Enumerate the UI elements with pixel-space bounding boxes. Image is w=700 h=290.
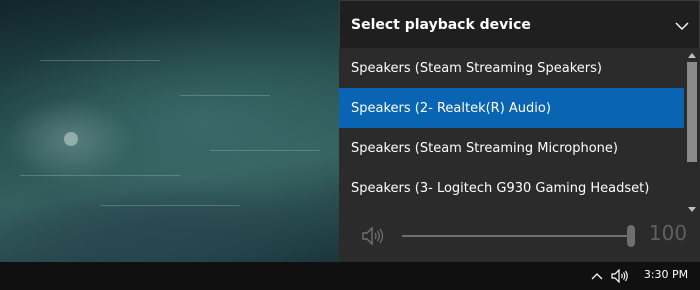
volume-slider-thumb[interactable]	[627, 225, 635, 247]
device-item-steam-speakers[interactable]: Speakers (Steam Streaming Speakers)	[339, 48, 684, 88]
wallpaper-highlight	[64, 132, 78, 146]
taskbar: 3:30 PM	[0, 262, 700, 290]
device-label: Speakers (2- Realtek(R) Audio)	[351, 100, 551, 116]
chevron-down-icon[interactable]	[669, 13, 695, 39]
device-label: Speakers (3- Logitech G930 Gaming Headse…	[351, 180, 650, 196]
scroll-up-arrow-icon[interactable]	[684, 48, 700, 62]
taskbar-clock[interactable]: 3:30 PM	[640, 268, 692, 281]
volume-value: 100	[648, 221, 688, 245]
chevron-up-icon[interactable]	[588, 267, 606, 285]
volume-slider[interactable]	[402, 224, 635, 248]
device-item-realtek-audio[interactable]: Speakers (2- Realtek(R) Audio)	[339, 88, 684, 128]
speaker-icon[interactable]	[609, 267, 633, 285]
scroll-down-arrow-icon[interactable]	[684, 202, 700, 216]
device-list-scrollbar[interactable]	[684, 48, 700, 216]
volume-slider-track	[402, 235, 631, 237]
playback-device-flyout: Select playback device Speakers (Steam S…	[339, 0, 700, 262]
volume-row: 100	[339, 216, 700, 262]
flyout-title: Select playback device	[351, 17, 531, 33]
speaker-mute-icon[interactable]	[359, 222, 387, 250]
scrollbar-thumb[interactable]	[687, 62, 697, 162]
device-item-steam-microphone[interactable]: Speakers (Steam Streaming Microphone)	[339, 128, 684, 168]
device-label: Speakers (Steam Streaming Microphone)	[351, 140, 618, 156]
flyout-header: Select playback device	[339, 0, 700, 48]
device-label: Speakers (Steam Streaming Speakers)	[351, 60, 602, 76]
device-item-logitech-headset[interactable]: Speakers (3- Logitech G930 Gaming Headse…	[339, 168, 684, 208]
device-list: Speakers (Steam Streaming Speakers) Spea…	[339, 48, 684, 216]
